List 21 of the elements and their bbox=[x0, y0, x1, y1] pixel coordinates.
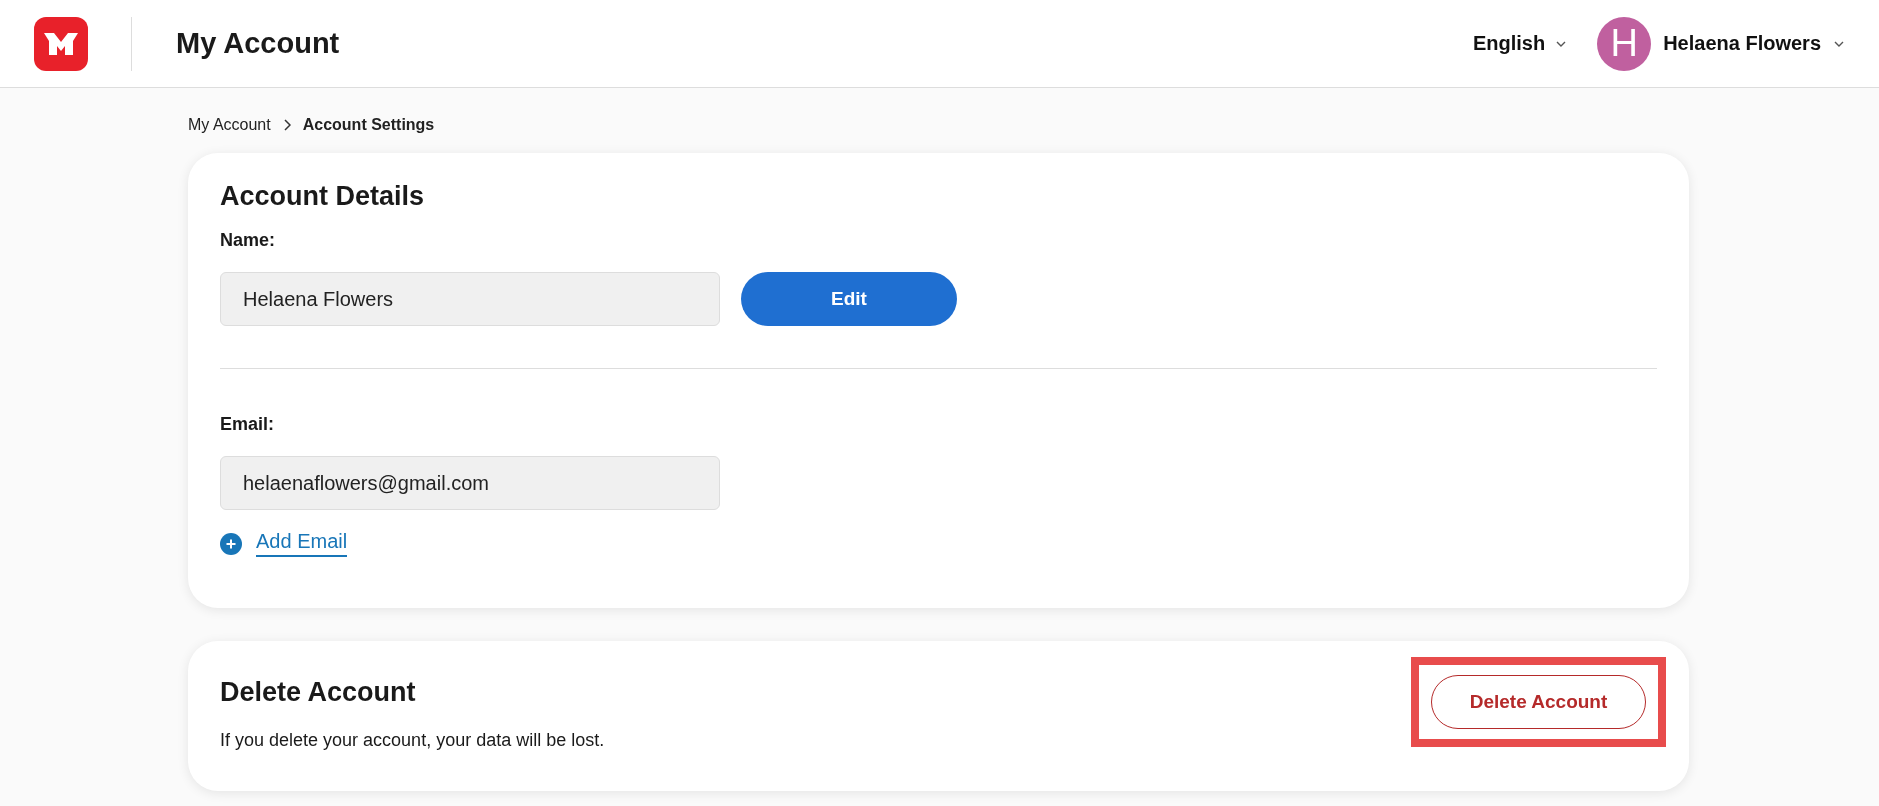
chevron-down-icon bbox=[1833, 39, 1845, 48]
chevron-down-icon bbox=[1555, 39, 1568, 48]
email-field[interactable]: helaenaflowers@gmail.com bbox=[220, 456, 720, 510]
avatar: H bbox=[1597, 16, 1652, 71]
field-label: Email: bbox=[220, 414, 276, 435]
breadcrumb-item: Account Settings bbox=[302, 116, 435, 134]
section-title: Account Details bbox=[220, 181, 426, 212]
logo-icon[interactable] bbox=[34, 16, 88, 71]
edit-button[interactable]: Edit bbox=[741, 272, 957, 326]
add-email-link[interactable]: Add Email bbox=[256, 530, 348, 557]
page-title: My Account bbox=[176, 27, 340, 60]
field-label: Name: bbox=[220, 230, 277, 251]
language-dropdown[interactable]: English bbox=[1472, 32, 1568, 55]
plus-icon[interactable] bbox=[220, 532, 242, 555]
description-text: If you delete your account, your data will be lost. bbox=[220, 730, 606, 751]
chevron-right-icon bbox=[282, 119, 291, 131]
name-field[interactable]: Helaena Flowers bbox=[220, 272, 720, 326]
delete-account-button[interactable]: Delete Account bbox=[1431, 675, 1646, 729]
section-title: Delete Account bbox=[220, 677, 417, 708]
user-menu[interactable]: H Helaena Flowers bbox=[1597, 16, 1845, 71]
breadcrumb-item[interactable]: My Account bbox=[188, 116, 271, 134]
